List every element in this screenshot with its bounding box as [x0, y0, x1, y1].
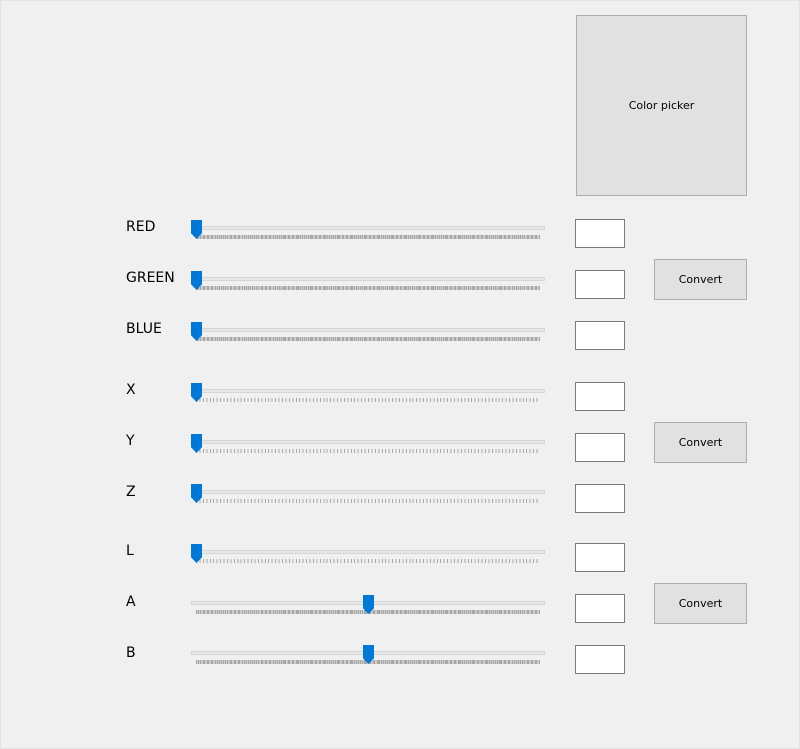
a-label: A: [126, 594, 136, 610]
color-picker-label: Color picker: [628, 99, 695, 112]
blue-slider[interactable]: [191, 322, 545, 355]
slider-ticks: [196, 286, 540, 290]
l-label: L: [126, 543, 134, 559]
y-value-field[interactable]: [575, 433, 625, 462]
slider-ticks: [196, 499, 540, 503]
convert-rgb-button[interactable]: Convert: [654, 259, 747, 300]
slider-ticks: [196, 398, 540, 402]
y-label: Y: [126, 433, 135, 449]
slider-track: [191, 550, 545, 554]
color-picker-button[interactable]: Color picker: [576, 15, 747, 196]
red-label: RED: [126, 219, 156, 235]
slider-ticks: [196, 559, 540, 563]
a-slider[interactable]: [191, 595, 545, 628]
slider-ticks: [196, 337, 540, 341]
convert-lab-label: Convert: [678, 597, 723, 610]
slider-track: [191, 389, 545, 393]
z-value-field[interactable]: [575, 484, 625, 513]
a-value-field[interactable]: [575, 594, 625, 623]
slider-track: [191, 226, 545, 230]
red-value-field[interactable]: [575, 219, 625, 248]
b-value-field[interactable]: [575, 645, 625, 674]
blue-value-field[interactable]: [575, 321, 625, 350]
slider-track: [191, 490, 545, 494]
convert-rgb-label: Convert: [678, 273, 723, 286]
convert-xyz-button[interactable]: Convert: [654, 422, 747, 463]
convert-xyz-label: Convert: [678, 436, 723, 449]
z-slider[interactable]: [191, 484, 545, 517]
slider-track: [191, 440, 545, 444]
b-slider[interactable]: [191, 645, 545, 678]
b-label: B: [126, 645, 136, 661]
l-slider[interactable]: [191, 544, 545, 577]
x-slider[interactable]: [191, 383, 545, 416]
green-label: GREEN: [126, 270, 175, 286]
red-slider[interactable]: [191, 220, 545, 253]
slider-ticks: [196, 235, 540, 239]
slider-ticks: [196, 449, 540, 453]
x-label: X: [126, 382, 136, 398]
l-value-field[interactable]: [575, 543, 625, 572]
slider-track: [191, 277, 545, 281]
y-slider[interactable]: [191, 434, 545, 467]
slider-track: [191, 328, 545, 332]
green-value-field[interactable]: [575, 270, 625, 299]
convert-lab-button[interactable]: Convert: [654, 583, 747, 624]
x-value-field[interactable]: [575, 382, 625, 411]
z-label: Z: [126, 484, 136, 500]
main-window: Color picker RED GREEN BLUE Convert X Y …: [0, 0, 800, 749]
blue-label: BLUE: [126, 321, 162, 337]
green-slider[interactable]: [191, 271, 545, 304]
